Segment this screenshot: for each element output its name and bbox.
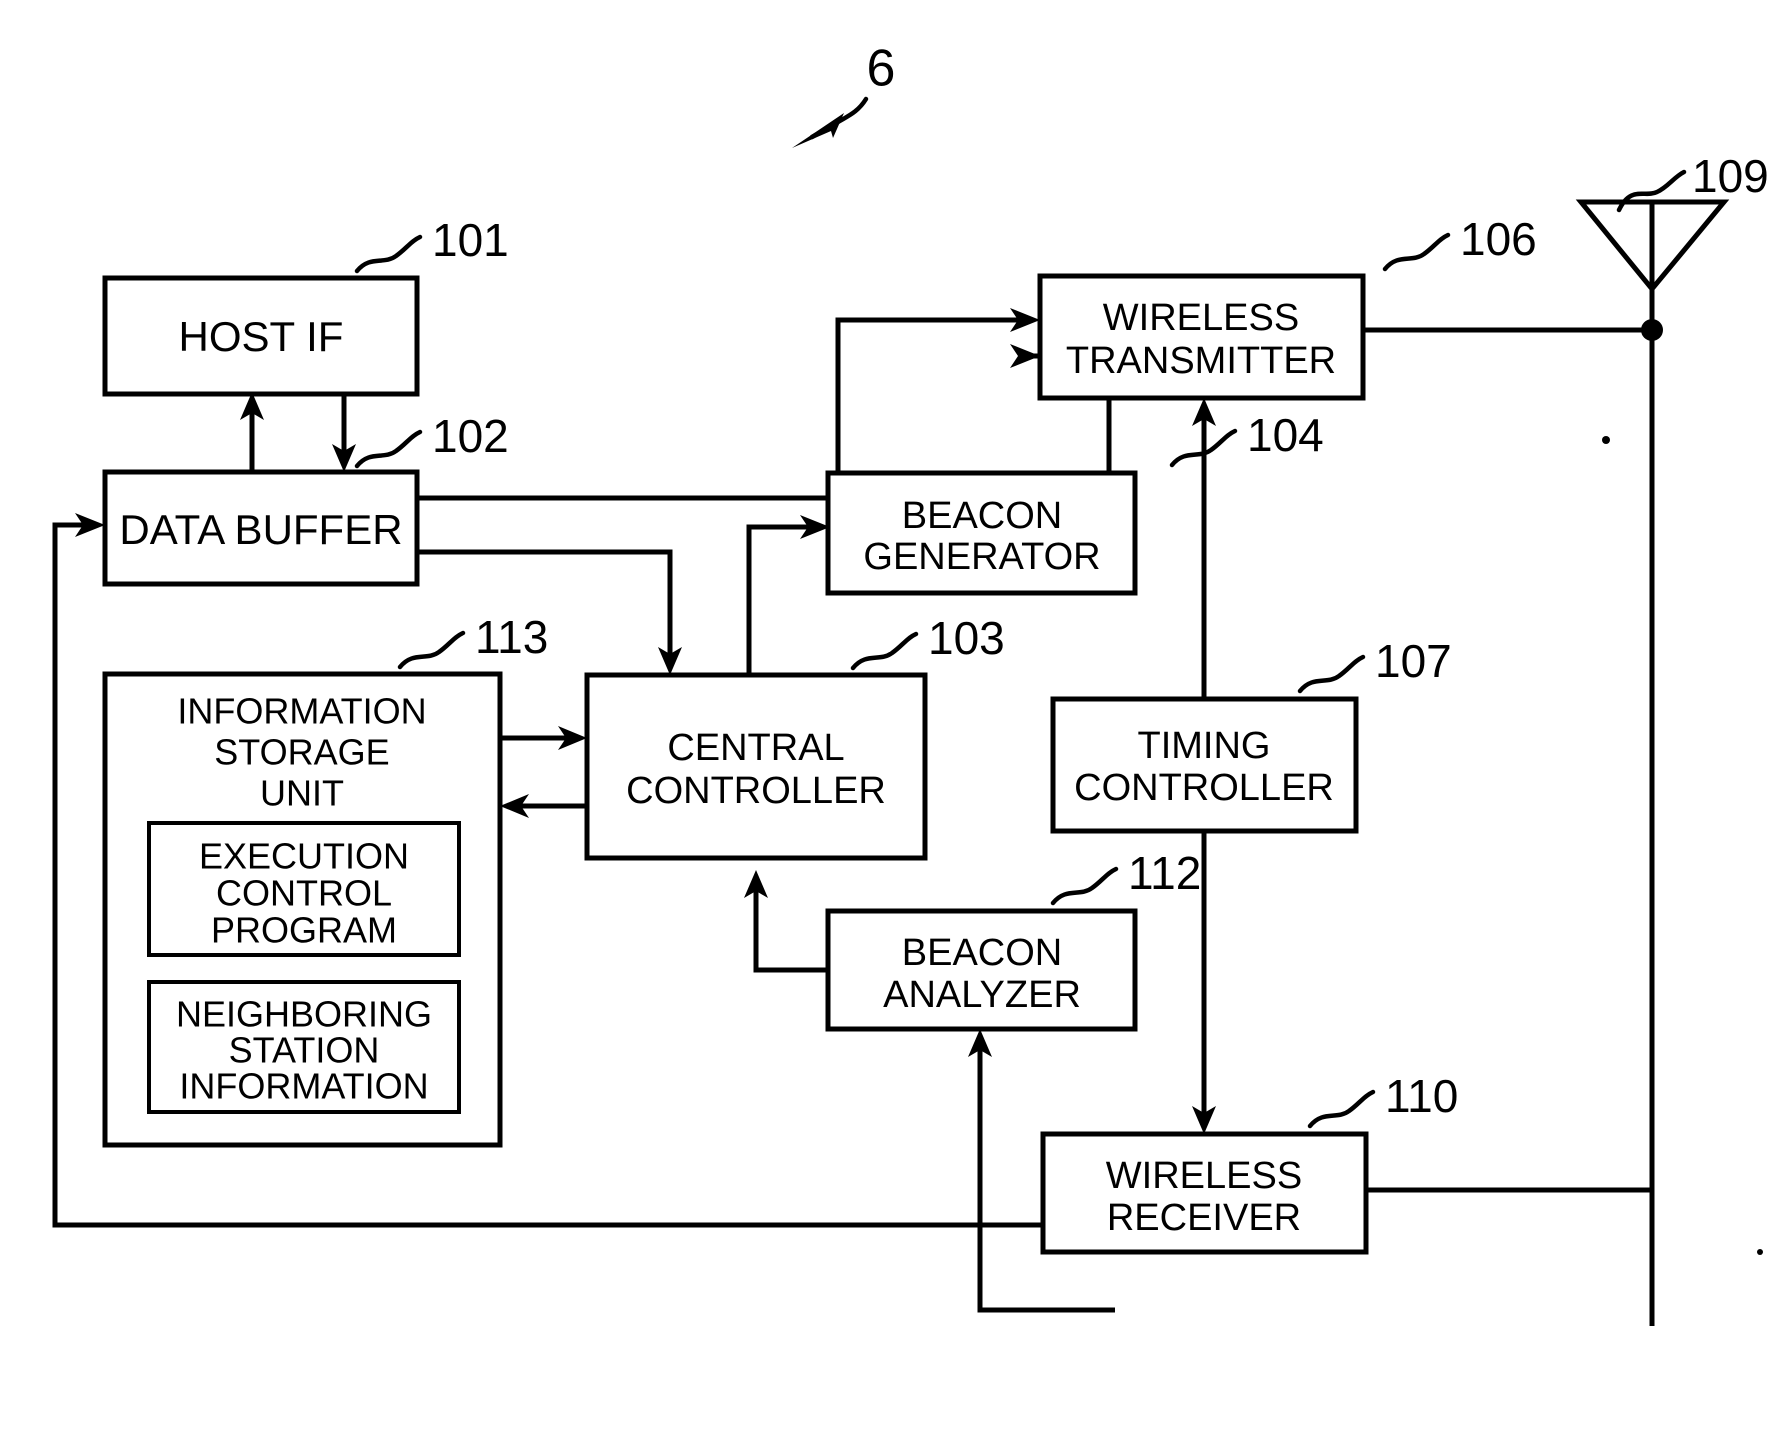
information-storage-unit-label-line1: INFORMATION (177, 691, 426, 732)
wire-hostif-to-databuffer (332, 394, 356, 472)
ref-102-label: 102 (432, 410, 509, 462)
patent-figure: 6 109 HOST IF 101 DATA BUFFER 102 INFORM… (0, 0, 1779, 1441)
figure-number: 6 (867, 40, 896, 98)
figure-number-group: 6 (792, 40, 895, 148)
ref-102-squiggle (354, 429, 423, 469)
execution-control-program-label-line3: PROGRAM (211, 910, 397, 951)
ref-101-squiggle (354, 234, 423, 274)
block-neighboring-station-information: NEIGHBORING STATION INFORMATION (147, 980, 461, 1114)
execution-control-program-label-line1: EXECUTION (199, 836, 409, 877)
block-execution-control-program: EXECUTION CONTROL PROGRAM (147, 821, 461, 957)
block-diagram-canvas: 6 109 HOST IF 101 DATA BUFFER 102 INFORM… (52, 40, 1769, 1326)
timing-controller-label-line1: TIMING (1138, 725, 1271, 767)
beacon-generator-label-line1: BEACON (902, 495, 1062, 537)
figure-pointer-arrowhead (792, 113, 844, 148)
ref-112-label: 112 (1128, 847, 1201, 899)
neighboring-station-information-label-line2: STATION (229, 1030, 380, 1071)
block-wireless-transmitter: WIRELESS TRANSMITTER 106 (1037, 213, 1652, 401)
beacon-analyzer-label-line2: ANALYZER (883, 974, 1081, 1016)
block-timing-controller: TIMING CONTROLLER 107 (1050, 635, 1452, 834)
ref-106-squiggle (1382, 232, 1451, 272)
beacon-generator-label-line2: GENERATOR (863, 536, 1100, 578)
figure-pointer-squiggle (835, 96, 869, 125)
block-beacon-analyzer: BEACON ANALYZER 112 (825, 847, 1201, 1032)
wire-cc-bg-path (746, 524, 810, 675)
ref-109-label: 109 (1692, 150, 1769, 202)
beacon-analyzer-label-line1: BEACON (902, 932, 1062, 974)
block-central-controller: CENTRAL CONTROLLER 103 (584, 612, 1005, 861)
antenna-group: 109 (1575, 150, 1769, 1326)
ref-113-label: 113 (475, 611, 548, 663)
ref-107-label: 107 (1375, 635, 1452, 687)
ref-110-label: 110 (1385, 1070, 1458, 1122)
wire-central-controller-to-beacon-generator (746, 515, 830, 675)
block-beacon-generator: BEACON GENERATOR 104 (825, 409, 1324, 596)
ref-103-label: 103 (928, 612, 1005, 664)
execution-control-program-label-line2: CONTROL (216, 873, 392, 914)
wireless-receiver-label-line2: RECEIVER (1107, 1197, 1301, 1239)
wire-databuffer-to-hostif (240, 392, 264, 472)
host-if-label: HOST IF (179, 313, 344, 360)
wire-bg-tx-arrowhead (1010, 344, 1040, 368)
block-host-if: HOST IF 101 (102, 214, 509, 397)
wire-ba-cc-path (753, 886, 828, 973)
neighboring-station-information-label-line3: INFORMATION (179, 1066, 428, 1107)
information-storage-unit-label-line2: STORAGE (214, 732, 389, 773)
wire-central-controller-to-isu (500, 794, 587, 818)
ref-107-squiggle (1297, 654, 1366, 694)
ref-110-squiggle (1307, 1089, 1376, 1129)
neighboring-station-information-label-line1: NEIGHBORING (176, 994, 432, 1035)
wire-beacon-analyzer-to-central-controller (744, 870, 828, 973)
information-storage-unit-label-line3: UNIT (260, 773, 344, 814)
ref-101-label: 101 (432, 214, 509, 266)
ref-112-squiggle (1050, 866, 1119, 906)
block-wireless-receiver: WIRELESS RECEIVER 110 (1040, 1070, 1652, 1255)
scan-speck-2 (1757, 1249, 1763, 1255)
ref-103-squiggle (850, 631, 919, 671)
wireless-receiver-label-line1: WIRELESS (1106, 1155, 1302, 1197)
central-controller-label-line2: CONTROLLER (626, 770, 886, 812)
wire-isu-to-central-controller (500, 726, 587, 750)
ref-113-squiggle (397, 630, 466, 670)
wire-databuffer-to-wireless-transmitter (417, 308, 1040, 501)
wireless-transmitter-label-line1: WIRELESS (1103, 297, 1299, 339)
ref-106-label: 106 (1460, 213, 1537, 265)
timing-controller-label-line2: CONTROLLER (1074, 767, 1334, 809)
ref-104-label: 104 (1247, 409, 1324, 461)
wireless-transmitter-label-line2: TRANSMITTER (1066, 340, 1336, 382)
block-information-storage-unit: INFORMATION STORAGE UNIT 113 EXECUTION C… (102, 611, 548, 1148)
central-controller-label-line1: CENTRAL (667, 727, 844, 769)
wire-databuffer-to-central-controller (417, 549, 682, 675)
data-buffer-label: DATA BUFFER (119, 506, 402, 553)
scan-speck (1602, 436, 1610, 444)
wire-timing-controller-to-wireless-transmitter (1192, 398, 1216, 699)
